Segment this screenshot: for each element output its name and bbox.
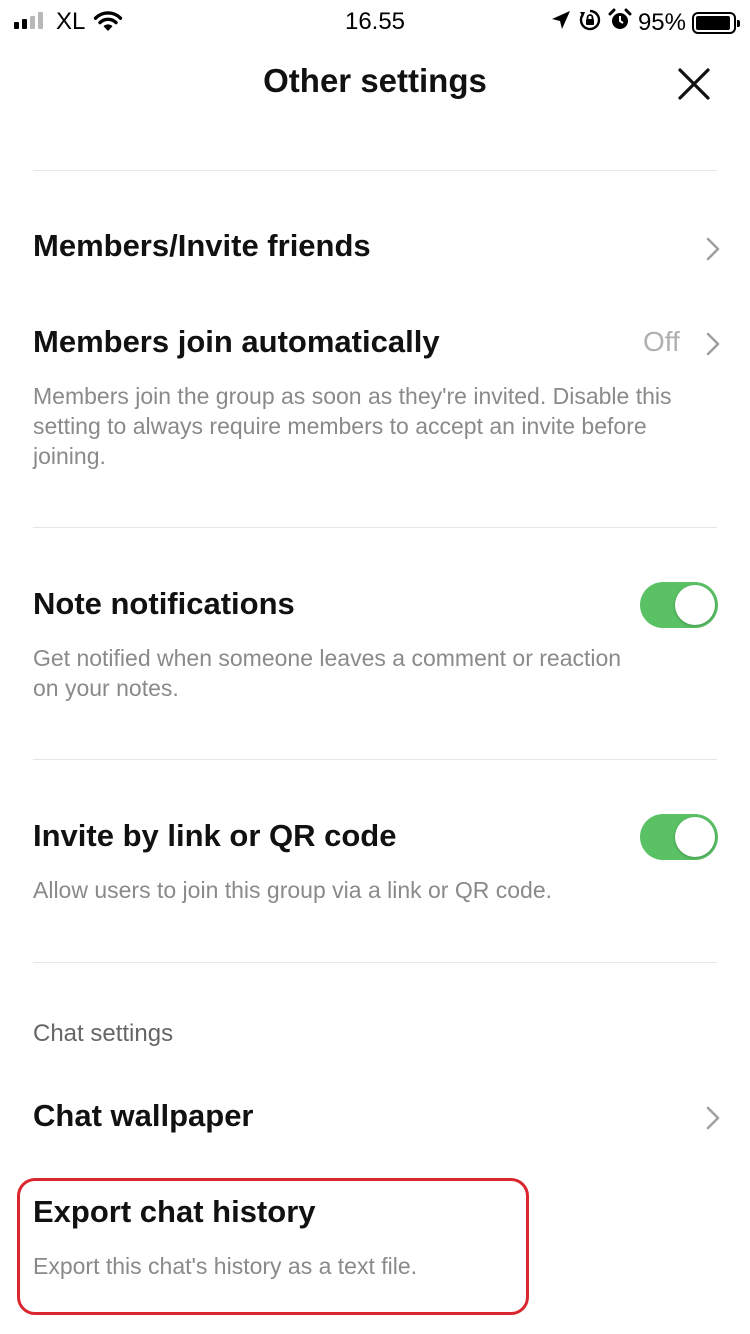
note-notifications-description: Get notified when someone leaves a comme… xyxy=(33,645,622,701)
page-title: Other settings xyxy=(263,62,487,99)
chevron-right-icon xyxy=(706,237,720,261)
status-bar: XL 16.55 95% xyxy=(0,0,750,42)
members-join-label: Members join automatically xyxy=(33,324,440,359)
members-invite-label: Members/Invite friends xyxy=(33,228,371,263)
note-notifications-toggle[interactable] xyxy=(640,582,718,628)
close-button[interactable] xyxy=(672,62,716,106)
divider xyxy=(33,527,717,528)
divider xyxy=(33,759,717,760)
invite-link-toggle[interactable] xyxy=(640,814,718,860)
divider xyxy=(33,170,717,171)
members-join-description: Members join the group as soon as they'r… xyxy=(33,383,672,469)
chevron-right-icon xyxy=(706,332,720,356)
chevron-right-icon xyxy=(706,1106,720,1130)
highlight-box xyxy=(17,1178,529,1315)
battery-percent: 95% xyxy=(637,8,686,36)
toggle-knob xyxy=(675,817,715,857)
orientation-lock-icon xyxy=(578,8,602,37)
alarm-icon xyxy=(608,8,632,37)
chat-wallpaper-label: Chat wallpaper xyxy=(33,1098,254,1133)
section-header-chat-settings: Chat settings xyxy=(33,1020,174,1047)
location-arrow-icon xyxy=(550,9,572,36)
invite-link-description: Allow users to join this group via a lin… xyxy=(33,877,553,903)
close-icon xyxy=(678,68,710,100)
note-notifications-label: Note notifications xyxy=(33,586,295,621)
members-join-value: Off xyxy=(643,326,680,357)
divider xyxy=(33,962,717,963)
battery-icon xyxy=(692,11,740,34)
toggle-knob xyxy=(675,585,715,625)
invite-link-label: Invite by link or QR code xyxy=(33,818,397,853)
